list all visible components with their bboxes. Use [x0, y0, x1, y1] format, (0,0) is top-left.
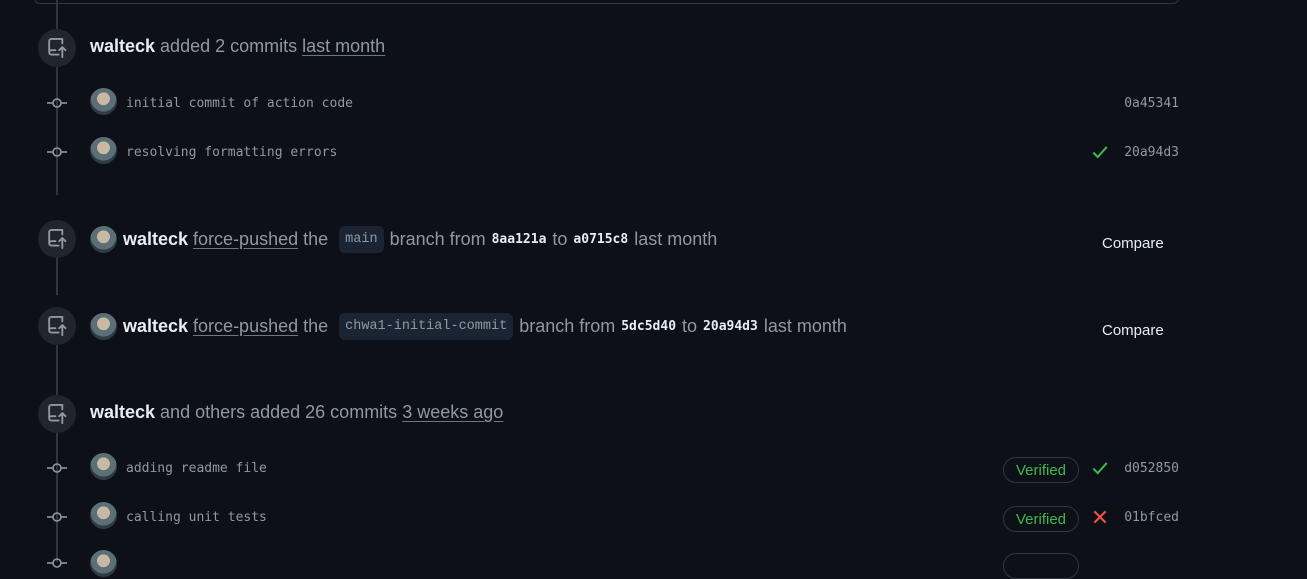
repo-push-icon [48, 316, 67, 336]
commit-sha-link[interactable]: 01bfced [1124, 510, 1179, 525]
commit-message-link[interactable]: initial commit of action code [126, 96, 353, 111]
push-event: walteck and others added 26 commits 3 we… [90, 402, 508, 423]
avatar[interactable] [90, 226, 117, 253]
branch-tag[interactable]: chwa1-initial-commit [339, 313, 514, 340]
avatar[interactable] [90, 137, 117, 164]
compare-button[interactable]: Compare [1102, 322, 1164, 339]
repo-push-icon-badge [38, 307, 76, 345]
event-word: to [552, 229, 568, 249]
avatar[interactable] [90, 453, 117, 480]
repo-push-icon [48, 229, 67, 249]
repo-push-icon [48, 404, 67, 424]
event-word: to [682, 316, 698, 336]
repo-push-icon-badge [38, 29, 76, 67]
timeline-line [56, 345, 58, 562]
check-icon[interactable] [1091, 143, 1109, 161]
avatar[interactable] [90, 313, 117, 340]
author-link[interactable]: walteck [123, 316, 188, 337]
commit-message-link[interactable]: adding readme file [126, 461, 267, 476]
repo-push-icon-badge [38, 220, 76, 258]
compare-button[interactable]: Compare [1102, 235, 1164, 252]
to-sha-link[interactable]: a0715c8 [573, 232, 628, 247]
git-commit-icon [47, 98, 67, 108]
check-icon[interactable] [1091, 459, 1109, 477]
commit-message-link[interactable]: calling unit tests [126, 510, 267, 525]
event-description: added 2 commits [160, 36, 298, 56]
force-pushed-link[interactable]: force-pushed [193, 229, 298, 250]
event-time-link[interactable]: 3 weeks ago [402, 402, 503, 423]
repo-push-icon-badge [38, 395, 76, 433]
author-link[interactable]: walteck [90, 36, 155, 57]
x-icon[interactable] [1091, 508, 1109, 526]
verified-badge[interactable]: Verified [1003, 506, 1079, 532]
commit-sha-link[interactable]: 20a94d3 [1124, 145, 1179, 160]
avatar[interactable] [90, 502, 117, 529]
author-link[interactable]: walteck [90, 402, 155, 423]
commit-sha-link[interactable]: d052850 [1124, 461, 1179, 476]
author-link[interactable]: walteck [123, 229, 188, 250]
commit-message-link[interactable]: resolving formatting errors [126, 145, 337, 160]
avatar[interactable] [90, 88, 117, 115]
avatar[interactable] [90, 550, 117, 577]
verified-badge[interactable]: Verified [1003, 457, 1079, 483]
event-time-link[interactable]: last month [634, 229, 717, 250]
event-time-link[interactable]: last month [764, 316, 847, 337]
to-sha-link[interactable]: 20a94d3 [703, 319, 758, 334]
git-commit-icon [47, 558, 67, 568]
force-push-event: walteck force-pushed the chwa1-initial-c… [90, 313, 847, 340]
from-sha-link[interactable]: 5dc5d40 [621, 319, 676, 334]
force-push-event: walteck force-pushed the main branch fro… [90, 226, 717, 253]
force-pushed-link[interactable]: force-pushed [193, 316, 298, 337]
event-word: the [303, 229, 329, 249]
git-commit-icon [47, 463, 67, 473]
event-description: and others added 26 commits [160, 402, 398, 422]
verified-badge[interactable] [1003, 553, 1079, 579]
git-commit-icon [47, 147, 67, 157]
event-word: the [303, 316, 329, 336]
git-commit-icon [47, 512, 67, 522]
branch-tag[interactable]: main [339, 226, 384, 253]
event-time-link[interactable]: last month [302, 36, 385, 57]
from-sha-link[interactable]: 8aa121a [492, 232, 547, 247]
previous-timeline-box [34, 0, 1179, 4]
event-word: branch from [389, 229, 486, 249]
commit-sha-link[interactable]: 0a45341 [1124, 96, 1179, 111]
repo-push-icon [48, 38, 67, 58]
timeline-line [56, 255, 58, 295]
push-event: walteck added 2 commits last month [90, 36, 390, 57]
event-word: branch from [519, 316, 616, 336]
